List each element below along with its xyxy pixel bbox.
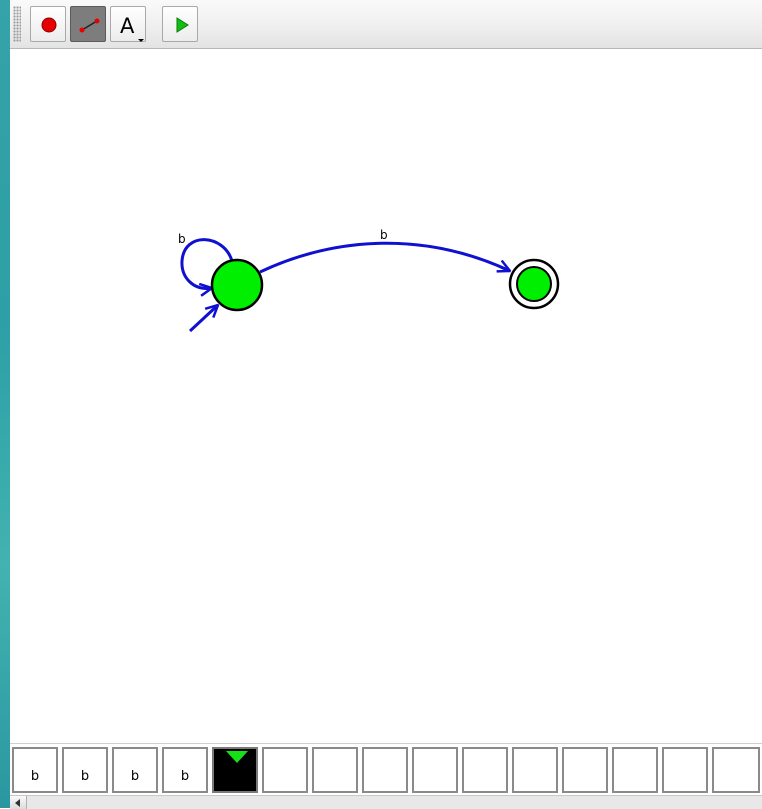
tape-cell[interactable] — [612, 747, 658, 793]
initial-state-arrow — [188, 305, 218, 333]
left-arrow-icon — [15, 799, 20, 807]
tape-head-cell[interactable] — [212, 747, 258, 793]
toolbar: A — [10, 0, 762, 49]
run-tool-button[interactable] — [162, 6, 198, 42]
horizontal-scrollbar[interactable] — [10, 795, 762, 809]
tape-cell[interactable]: b — [112, 747, 158, 793]
label-tool-letter: A — [120, 14, 135, 38]
transition-label: b — [380, 228, 388, 242]
tape-cell[interactable] — [262, 747, 308, 793]
tape-head-icon — [226, 751, 248, 763]
transition-q0-q1[interactable] — [259, 241, 510, 274]
label-tool-button[interactable]: A — [110, 6, 146, 42]
state-tool-button[interactable] — [30, 6, 66, 42]
tape-cell[interactable]: b — [162, 747, 208, 793]
red-dot-icon — [41, 17, 57, 33]
letter-a-icon: A — [120, 14, 144, 42]
input-tape: b b b b — [10, 743, 762, 796]
automaton-editor-window: A b b b b b b — [10, 0, 762, 809]
automaton-diagram: b b — [178, 228, 560, 333]
tape-cell[interactable] — [312, 747, 358, 793]
tape-cell[interactable] — [712, 747, 760, 793]
play-icon — [176, 17, 189, 33]
desktop-background — [0, 0, 10, 808]
tape-cell[interactable] — [662, 747, 708, 793]
tape-cell[interactable] — [512, 747, 558, 793]
scroll-left-button[interactable] — [10, 796, 27, 809]
self-loop-label: b — [178, 232, 186, 246]
tape-cell[interactable] — [362, 747, 408, 793]
edge-icon — [79, 18, 100, 33]
transition-tool-button[interactable] — [70, 6, 106, 42]
state-q1-inner — [516, 266, 552, 302]
tape-cell[interactable] — [562, 747, 608, 793]
tape-cell[interactable]: b — [62, 747, 108, 793]
state-q0[interactable] — [210, 258, 264, 312]
automaton-canvas[interactable]: b b — [10, 49, 762, 743]
tape-cell[interactable] — [412, 747, 458, 793]
toolbar-grip[interactable] — [13, 6, 21, 42]
tape-cell[interactable]: b — [12, 747, 58, 793]
tape-cell[interactable] — [462, 747, 508, 793]
